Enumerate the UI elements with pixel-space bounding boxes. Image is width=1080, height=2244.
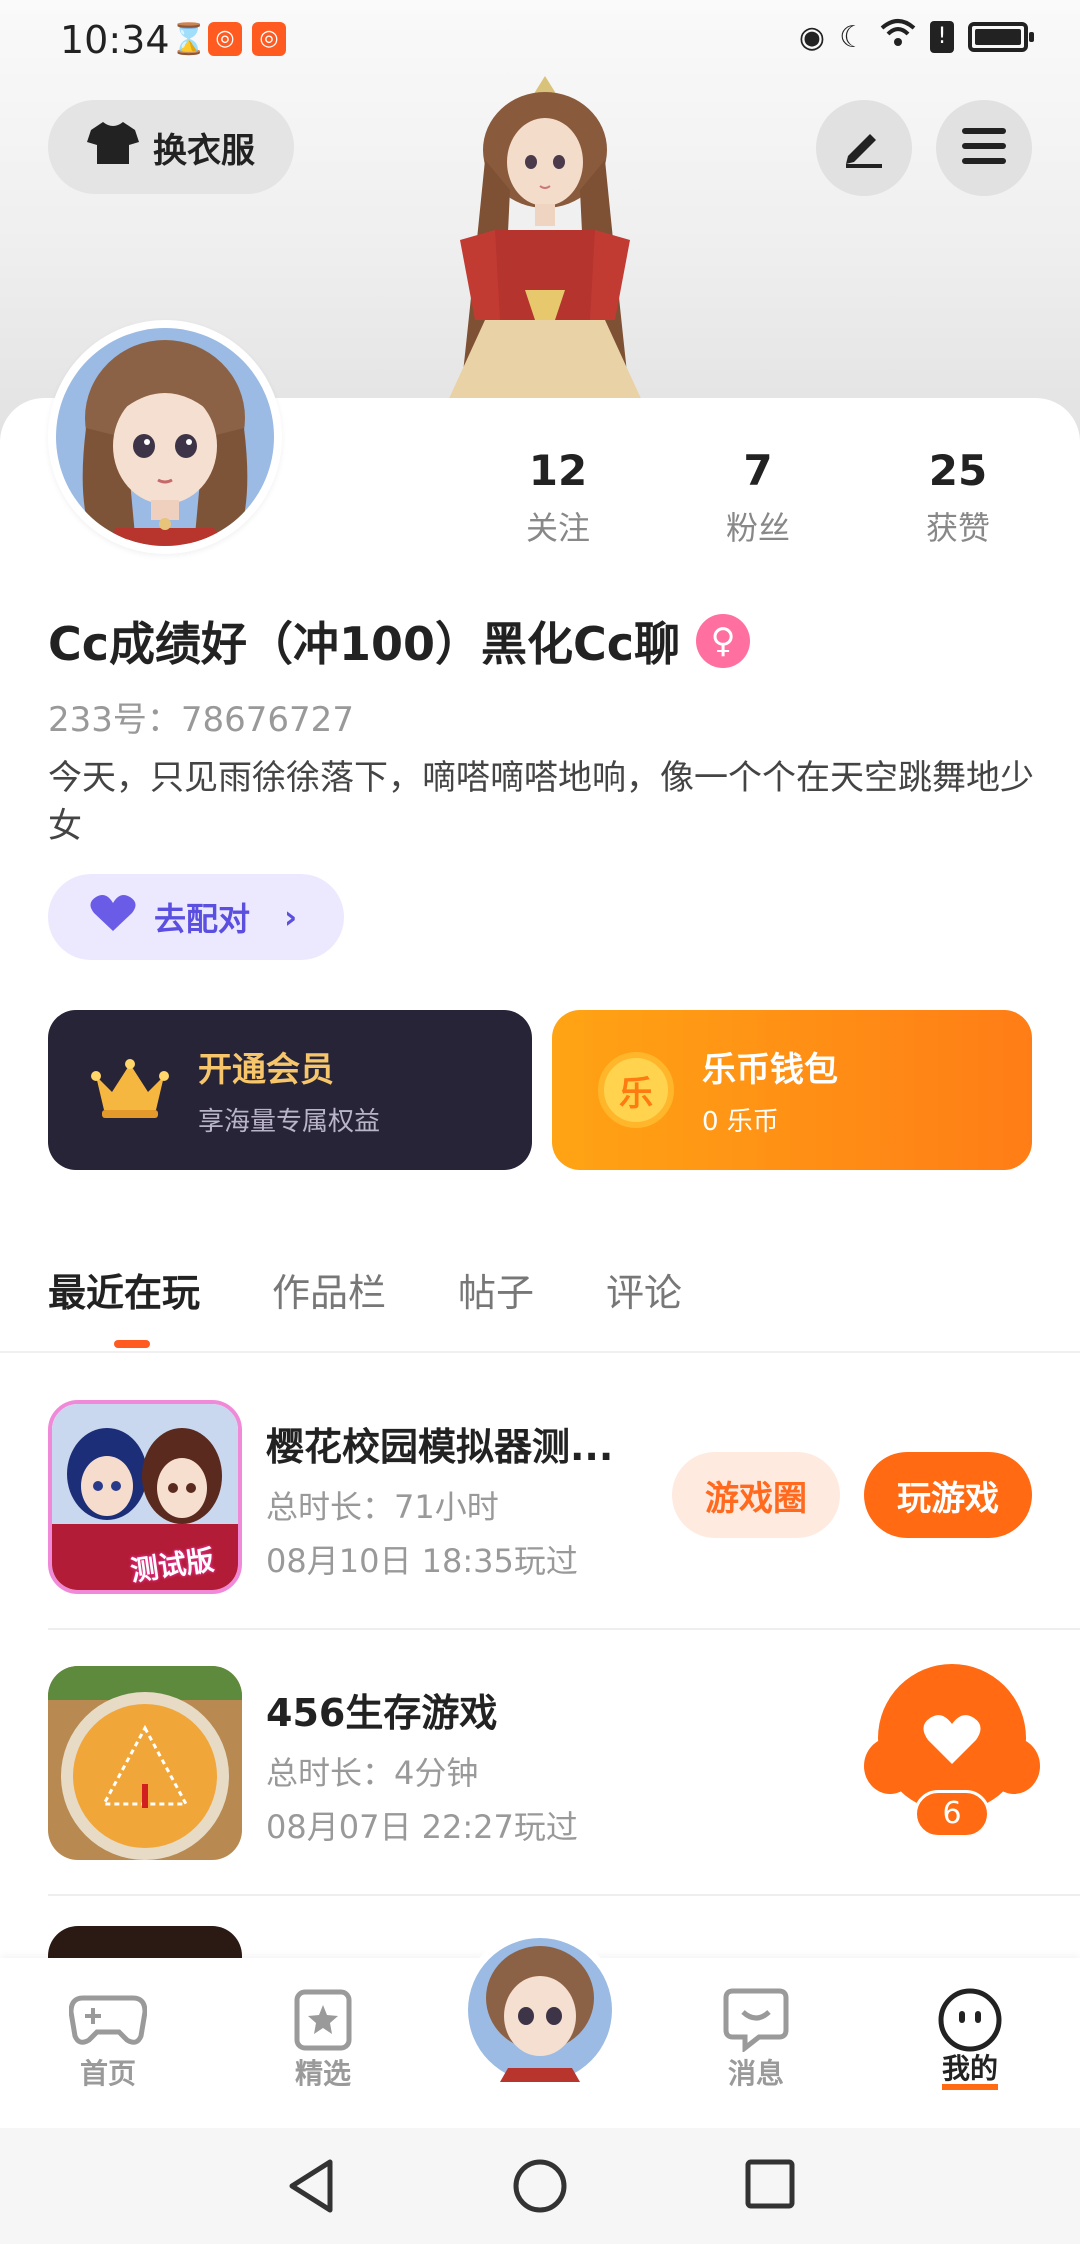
tab-recently-played[interactable]: 最近在玩	[48, 1262, 200, 1317]
stat-label: 粉丝	[725, 509, 790, 547]
edit-button[interactable]	[816, 100, 912, 196]
tab-comments[interactable]: 评论	[606, 1262, 682, 1317]
game-duration: 总时长：4分钟	[266, 1754, 479, 1792]
nickname-text: Cc成绩好（冲100）黑化Cc聊	[48, 617, 681, 671]
tabs-divider	[0, 1351, 1080, 1353]
nav-label: 精选	[294, 2057, 351, 2090]
nav-center-avatar[interactable]	[460, 1930, 620, 2090]
tab-indicator	[114, 1340, 150, 1348]
stat-followers[interactable]: 7 粉丝	[658, 446, 858, 549]
pencil-icon	[842, 124, 886, 172]
match-label: 去配对	[154, 900, 251, 938]
game-last-played: 08月10日 18:35玩过	[266, 1542, 578, 1580]
gamepad-icon	[38, 1988, 178, 2052]
wallet-title: 乐币钱包	[702, 1050, 838, 1090]
stat-label: 关注	[525, 509, 590, 547]
match-button[interactable]: 去配对 ›	[48, 874, 344, 960]
stat-following[interactable]: 12 关注	[458, 446, 658, 549]
app-notification-icon: ◎	[208, 22, 242, 56]
wallet-card[interactable]: 乐 乐币钱包 0 乐币	[552, 1010, 1032, 1170]
status-time: 10:34	[60, 18, 170, 62]
system-navigation-bar	[0, 2128, 1080, 2244]
stat-likes[interactable]: 25 获赞	[858, 446, 1058, 549]
status-icons: ◉ ☾ !	[798, 18, 1034, 56]
eye-icon: ◉	[798, 19, 826, 55]
game-item[interactable]: 测试版 樱花校园模拟器测... 总时长：71小时 08月10日 18:35玩过 …	[48, 1400, 1048, 1600]
hourglass-icon: ⌛	[170, 22, 208, 57]
star-bookmark-icon	[253, 1988, 393, 2052]
alert-icon: !	[930, 21, 954, 53]
game-last-played: 08月07日 22:27玩过	[266, 1808, 578, 1846]
tab-works[interactable]: 作品栏	[272, 1262, 386, 1317]
character-illustration	[430, 76, 660, 440]
bottom-nav: 首页 精选 消息 我的	[0, 1930, 1080, 2128]
like-count: 6	[914, 1790, 990, 1838]
status-bar: 10:34 ⌛ ◎ ◎ ◉ ☾ !	[0, 0, 1080, 80]
stat-label: 获赞	[925, 509, 990, 547]
heart-icon	[88, 893, 138, 941]
row-divider	[48, 1894, 1080, 1896]
user-id: 233号：78676727	[48, 700, 354, 740]
chat-icon	[686, 1988, 826, 2052]
recents-square-icon[interactable]	[744, 2158, 796, 2214]
dress-up-label: 换衣服	[153, 130, 255, 171]
nav-home[interactable]: 首页	[38, 1988, 178, 2092]
stat-value: 7	[743, 446, 773, 495]
game-title: 456生存游戏	[266, 1691, 498, 1735]
vip-subtitle: 享海量专属权益	[198, 1107, 381, 1137]
tab-posts[interactable]: 帖子	[458, 1262, 534, 1317]
stat-value: 25	[928, 446, 988, 495]
row-divider	[48, 1628, 1080, 1630]
crown-icon	[90, 1056, 170, 1124]
wallet-balance: 0 乐币	[702, 1107, 779, 1137]
moon-icon: ☾	[839, 19, 866, 55]
tshirt-icon	[87, 120, 139, 175]
face-icon	[900, 1988, 1040, 2052]
nav-messages[interactable]: 消息	[686, 1988, 826, 2092]
game-icon-sakura: 测试版	[48, 1400, 242, 1594]
game-title: 樱花校园模拟器测...	[266, 1425, 614, 1469]
nav-label: 我的	[941, 2054, 998, 2090]
profile-tabs: 最近在玩 作品栏 帖子 评论	[48, 1262, 682, 1317]
menu-icon	[962, 126, 1006, 170]
game-duration: 总时长：71小时	[266, 1488, 499, 1526]
nav-label: 首页	[79, 2057, 136, 2090]
female-icon: ♀	[696, 614, 751, 668]
nav-featured[interactable]: 精选	[253, 1988, 393, 2092]
back-icon[interactable]	[286, 2158, 336, 2218]
like-floating-button[interactable]: 6	[862, 1662, 1042, 1842]
wifi-icon	[880, 18, 916, 56]
vip-title: 开通会员	[198, 1050, 334, 1090]
chevron-right-icon: ›	[284, 898, 298, 936]
play-game-button[interactable]: 玩游戏	[864, 1452, 1032, 1538]
avatar[interactable]	[48, 320, 282, 554]
game-circle-button[interactable]: 游戏圈	[672, 1452, 840, 1538]
user-bio: 今天，只见雨徐徐落下，嘀嗒嘀嗒地响，像一个个在天空跳舞地少女	[48, 758, 1034, 846]
battery-icon	[968, 22, 1034, 52]
vip-card[interactable]: 开通会员 享海量专属权益	[48, 1010, 532, 1170]
heart-icon	[922, 1712, 982, 1770]
stat-value: 12	[528, 446, 588, 495]
nickname: Cc成绩好（冲100）黑化Cc聊 ♀	[48, 608, 751, 674]
app-notification-icon: ◎	[252, 22, 286, 56]
dress-up-button[interactable]: 换衣服	[48, 100, 294, 194]
game-icon-456	[48, 1666, 242, 1860]
coin-icon: 乐	[598, 1052, 674, 1128]
home-circle-icon[interactable]	[512, 2158, 568, 2218]
nav-mine[interactable]: 我的	[900, 1988, 1040, 2090]
nav-label: 消息	[727, 2057, 784, 2090]
menu-button[interactable]	[936, 100, 1032, 196]
profile-stats: 12 关注 7 粉丝 25 获赞	[458, 446, 1058, 549]
